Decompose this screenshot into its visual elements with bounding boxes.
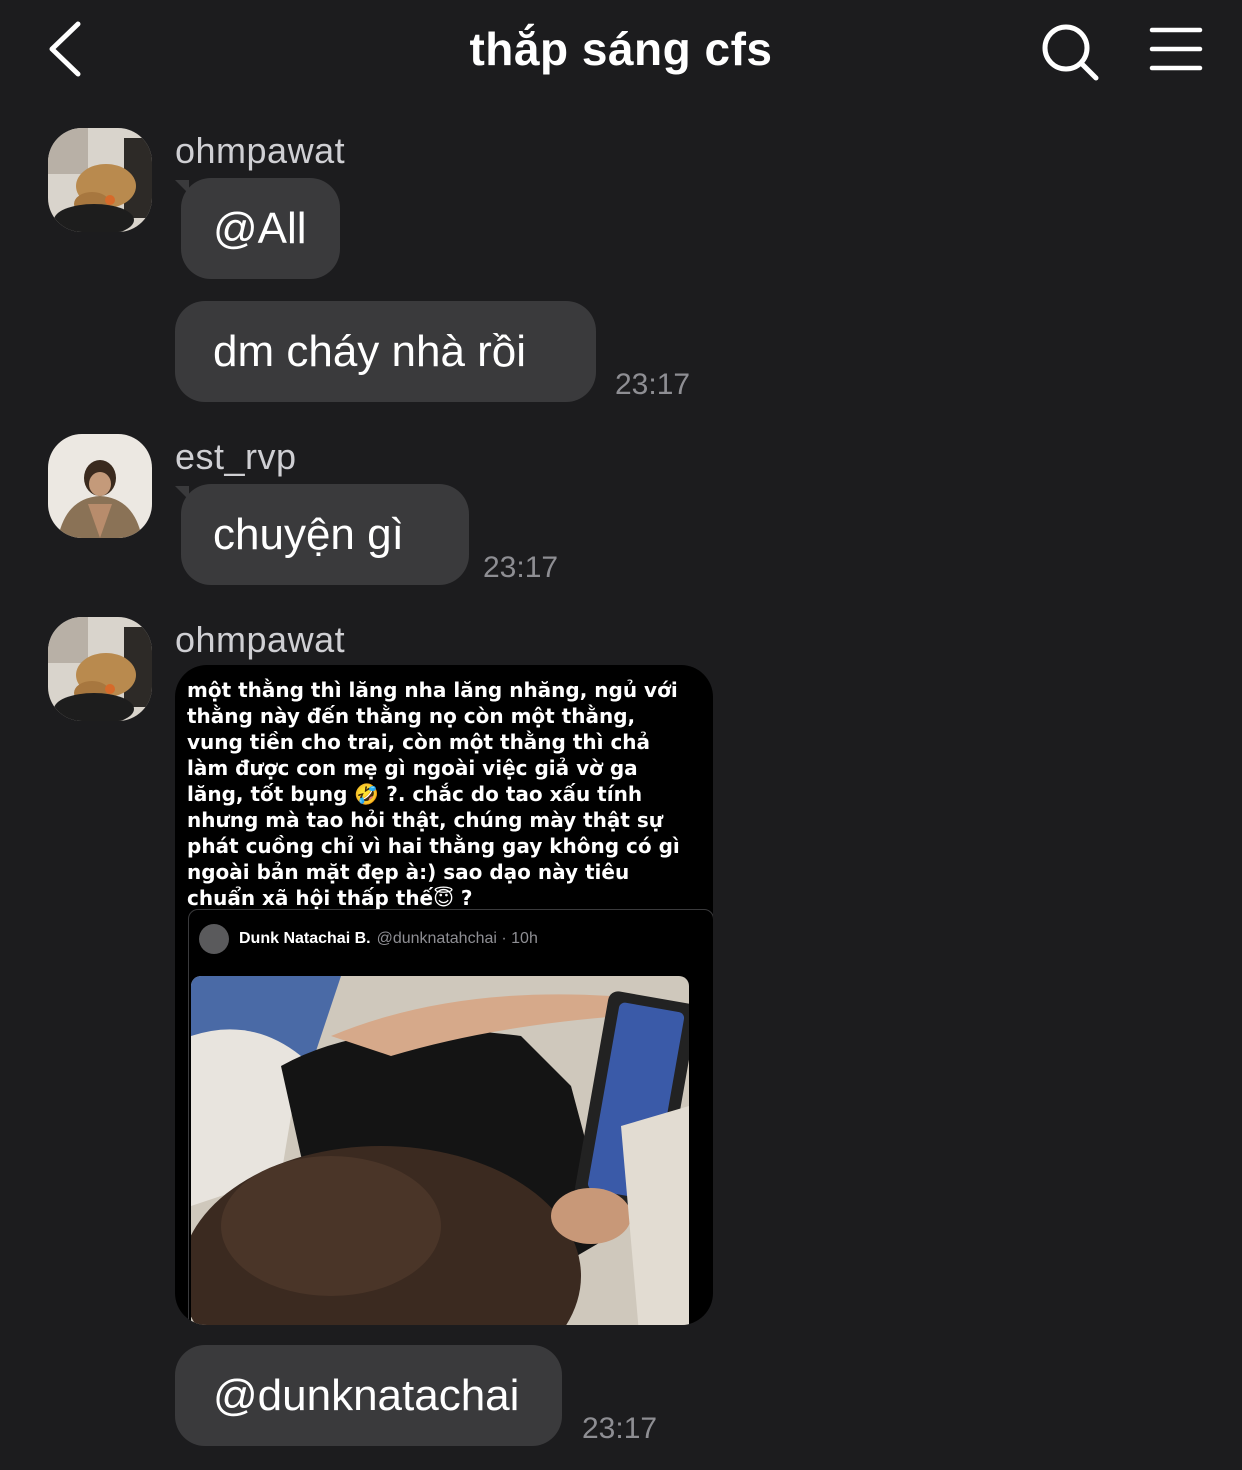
message-bubble[interactable]: chuyện gì bbox=[181, 484, 469, 585]
message-timestamp: 23:17 bbox=[582, 1412, 658, 1445]
header-bar: thắp sáng cfs bbox=[0, 0, 1242, 100]
message-bubble[interactable]: @dunknatachai bbox=[175, 1345, 562, 1446]
message-bubble[interactable]: dm cháy nhà rồi bbox=[175, 301, 596, 402]
avatar-photo bbox=[48, 617, 152, 721]
hamburger-menu-icon bbox=[1149, 27, 1203, 71]
username: est_rvp bbox=[175, 436, 297, 477]
message-bubble[interactable]: @All bbox=[181, 178, 340, 279]
search-button[interactable] bbox=[1038, 20, 1102, 84]
message-timestamp: 23:17 bbox=[615, 368, 691, 401]
avatar-est-rvp[interactable] bbox=[48, 434, 152, 538]
quoted-post: Dunk Natachai B. @dunknatahchai · 10h bbox=[188, 909, 713, 1325]
quoted-avatar bbox=[199, 924, 229, 954]
quoted-author: Dunk Natachai B. bbox=[239, 930, 371, 947]
screenshot-caption: một thằng thì lăng nha lăng nhăng, ngủ v… bbox=[187, 678, 680, 910]
avatar-photo bbox=[48, 434, 152, 538]
quoted-photo bbox=[191, 976, 689, 1325]
avatar-ohmpawat[interactable] bbox=[48, 128, 152, 232]
menu-button[interactable] bbox=[1148, 24, 1206, 76]
message-timestamp: 23:17 bbox=[483, 551, 559, 584]
shared-screenshot[interactable]: một thằng thì lăng nha lăng nhăng, ngủ v… bbox=[175, 665, 713, 1325]
avatar-ohmpawat[interactable] bbox=[48, 617, 152, 721]
search-icon bbox=[1042, 24, 1099, 81]
quoted-post-header: Dunk Natachai B. @dunknatahchai · 10h bbox=[199, 924, 538, 954]
username: ohmpawat bbox=[175, 619, 346, 660]
username: ohmpawat bbox=[175, 130, 346, 171]
quoted-handle: @dunknatahchai · 10h bbox=[376, 930, 538, 947]
avatar-photo bbox=[48, 128, 152, 232]
